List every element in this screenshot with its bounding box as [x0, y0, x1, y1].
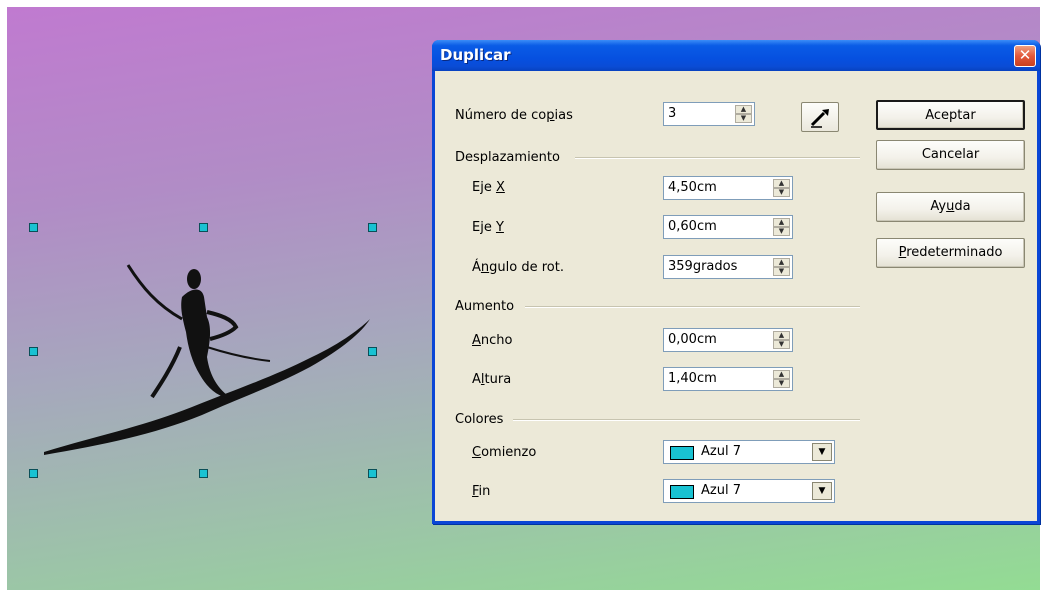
end-color-swatch — [670, 485, 694, 499]
enlargement-divider — [525, 306, 860, 308]
dialog-title: Duplicar — [440, 46, 511, 64]
eyedropper-icon — [810, 109, 829, 128]
height-input[interactable]: 1,40cm ▲ ▼ — [663, 367, 793, 391]
selection-handle-bottom-left[interactable] — [29, 469, 38, 478]
spin-down-icon[interactable]: ▼ — [773, 188, 790, 197]
spin-up-icon[interactable]: ▲ — [773, 179, 790, 188]
spin-down-icon[interactable]: ▼ — [773, 227, 790, 236]
displacement-divider — [575, 157, 860, 159]
dropdown-arrow-icon[interactable]: ▼ — [812, 482, 832, 500]
spin-down-icon[interactable]: ▼ — [735, 114, 752, 123]
height-label: Altura — [472, 372, 512, 387]
spin-up-icon[interactable]: ▲ — [773, 331, 790, 340]
ok-button[interactable]: Aceptar — [876, 100, 1025, 130]
x-axis-input[interactable]: 4,50cm ▲ ▼ — [663, 176, 793, 200]
x-axis-label: Eje X — [472, 180, 505, 195]
rotation-angle-label: Ángulo de rot. — [472, 260, 564, 275]
rotation-angle-input[interactable]: 359grados ▲ ▼ — [663, 255, 793, 279]
end-color-label: Fin — [472, 484, 491, 499]
cancel-button[interactable]: Cancelar — [876, 140, 1025, 170]
help-button[interactable]: Ayuda — [876, 192, 1025, 222]
spin-up-icon[interactable]: ▲ — [735, 105, 752, 114]
dropdown-arrow-icon[interactable]: ▼ — [812, 443, 832, 461]
start-color-select[interactable]: Azul 7 ▼ — [663, 440, 835, 464]
spin-down-icon[interactable]: ▼ — [773, 340, 790, 349]
width-label: Ancho — [472, 333, 513, 348]
y-axis-input[interactable]: 0,60cm ▲ ▼ — [663, 215, 793, 239]
dancer-figure[interactable] — [42, 257, 382, 467]
displacement-header: Desplazamiento — [455, 150, 560, 165]
selection-handle-bottom-right[interactable] — [368, 469, 377, 478]
eyedropper-button[interactable] — [801, 102, 839, 132]
dialog-titlebar[interactable]: Duplicar ✕ — [432, 40, 1040, 71]
y-axis-label: Eje Y — [472, 220, 504, 235]
colors-header: Colores — [455, 412, 504, 427]
spin-up-icon[interactable]: ▲ — [773, 218, 790, 227]
end-color-select[interactable]: Azul 7 ▼ — [663, 479, 835, 503]
copies-value: 3 — [668, 106, 677, 121]
colors-divider — [513, 419, 860, 421]
close-icon[interactable]: ✕ — [1014, 45, 1036, 67]
default-button[interactable]: Predeterminado — [876, 238, 1025, 268]
duplicate-dialog: Duplicar ✕ Número de copias 3 ▲ ▼ Despla… — [432, 40, 1040, 524]
selection-handle-top-left[interactable] — [29, 223, 38, 232]
spin-down-icon[interactable]: ▼ — [773, 267, 790, 276]
width-input[interactable]: 0,00cm ▲ ▼ — [663, 328, 793, 352]
selection-handle-top-middle[interactable] — [199, 223, 208, 232]
copies-spinner[interactable]: 3 ▲ ▼ — [663, 102, 755, 126]
copies-label: Número de copias — [455, 108, 573, 123]
start-color-swatch — [670, 446, 694, 460]
spin-up-icon[interactable]: ▲ — [773, 370, 790, 379]
selection-handle-middle-left[interactable] — [29, 347, 38, 356]
start-color-label: Comienzo — [472, 445, 537, 460]
selection-handle-top-right[interactable] — [368, 223, 377, 232]
spin-up-icon[interactable]: ▲ — [773, 258, 790, 267]
selection-handle-bottom-middle[interactable] — [199, 469, 208, 478]
spin-down-icon[interactable]: ▼ — [773, 379, 790, 388]
enlargement-header: Aumento — [455, 299, 515, 314]
